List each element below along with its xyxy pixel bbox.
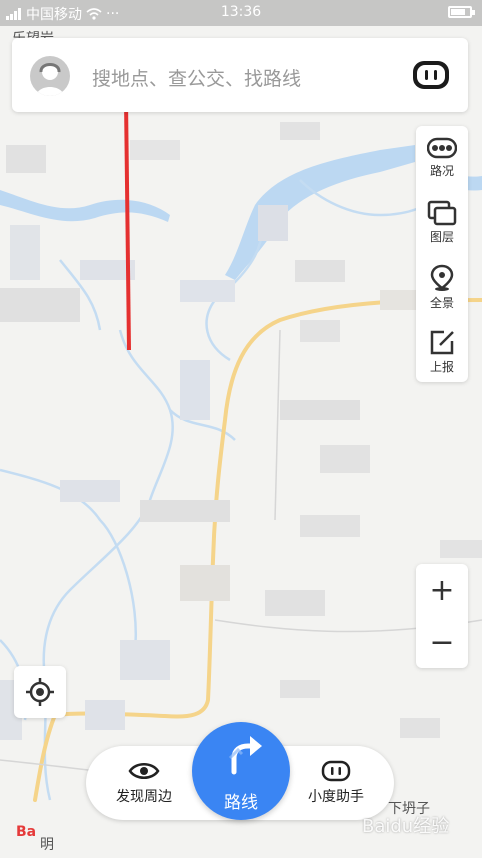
voice-assistant-icon[interactable] bbox=[412, 60, 450, 90]
map-logo: Ba bbox=[16, 824, 37, 840]
report-icon bbox=[430, 330, 454, 355]
zoom-out-button[interactable]: − bbox=[416, 616, 468, 668]
traffic-label: 路况 bbox=[429, 164, 454, 178]
discover-nearby-label: 发现周边 bbox=[116, 789, 172, 805]
battery-fill bbox=[451, 9, 466, 15]
locate-icon bbox=[26, 678, 54, 706]
user-avatar-icon bbox=[36, 63, 64, 96]
status-bar: 中国移动 ··· 13:36 bbox=[0, 0, 482, 26]
zoom-control: + − bbox=[416, 564, 468, 668]
zoom-in-button[interactable]: + bbox=[416, 564, 468, 616]
assistant-label: 小度助手 bbox=[308, 789, 364, 805]
map-label-bottom-left: 明 bbox=[40, 837, 54, 853]
battery-icon bbox=[448, 6, 475, 18]
layers-button[interactable]: 图层 bbox=[416, 194, 468, 254]
eye-icon bbox=[128, 763, 160, 779]
search-input[interactable]: 搜地点、查公交、找路线 bbox=[92, 64, 301, 91]
status-time: 13:36 bbox=[220, 4, 262, 20]
layers-icon bbox=[427, 200, 457, 226]
search-bar[interactable]: 搜地点、查公交、找路线 bbox=[12, 38, 468, 112]
turn-arrow-icon bbox=[228, 736, 262, 775]
watermark: Baidu经验 bbox=[362, 816, 450, 837]
locate-button[interactable] bbox=[14, 666, 66, 718]
panorama-label: 全景 bbox=[429, 296, 454, 310]
route-label: 路线 bbox=[224, 793, 258, 813]
panorama-icon bbox=[430, 264, 454, 291]
layers-label: 图层 bbox=[429, 230, 454, 244]
right-toolbar: 路况 图层 全景 上报 bbox=[416, 126, 468, 382]
traffic-button[interactable]: 路况 bbox=[416, 130, 468, 190]
route-button[interactable]: 路线 bbox=[192, 722, 290, 820]
avatar[interactable] bbox=[30, 56, 70, 96]
report-button[interactable]: 上报 bbox=[416, 322, 468, 382]
panorama-button[interactable]: 全景 bbox=[416, 258, 468, 318]
assistant-button[interactable]: 小度助手 bbox=[296, 760, 376, 806]
report-label: 上报 bbox=[429, 360, 454, 374]
traffic-icon bbox=[427, 137, 457, 159]
discover-nearby-button[interactable]: 发现周边 bbox=[104, 760, 184, 806]
assistant-icon bbox=[321, 760, 351, 782]
